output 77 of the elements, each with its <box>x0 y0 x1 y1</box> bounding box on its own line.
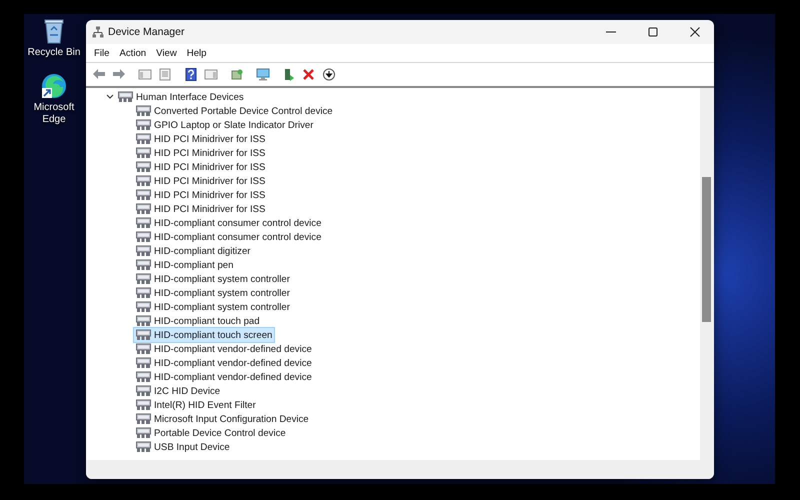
device-item[interactable]: HID PCI Minidriver for ISS <box>133 187 268 203</box>
browser-icon[interactable] <box>41 73 67 99</box>
console-tree-icon[interactable] <box>138 68 152 81</box>
device-icon <box>136 343 151 355</box>
category-item[interactable]: Human Interface Devices <box>118 91 244 103</box>
device-item[interactable]: Intel(R) HID Event Filter <box>133 397 259 413</box>
device-item[interactable]: Portable Device Control device <box>133 425 289 441</box>
device-item[interactable]: HID-compliant vendor-defined device <box>133 341 315 357</box>
network-tree-icon <box>92 26 104 38</box>
device-item[interactable]: HID PCI Minidriver for ISS <box>133 173 268 189</box>
delete-icon[interactable] <box>302 68 316 81</box>
scan-hardware-icon[interactable] <box>230 68 244 81</box>
device-item[interactable]: HID-compliant consumer control device <box>133 229 324 245</box>
device-icon <box>136 287 151 299</box>
device-icon <box>136 119 151 131</box>
device-item[interactable]: Converted Portable Device Control device <box>133 103 336 119</box>
recycle-bin-icon[interactable] <box>43 18 65 44</box>
device-icon <box>136 259 151 271</box>
device-item[interactable]: HID-compliant pen <box>133 257 236 273</box>
device-icon <box>118 91 133 103</box>
device-item[interactable]: HID-compliant touch pad <box>133 313 263 329</box>
device-item[interactable]: HID-compliant vendor-defined device <box>133 355 315 371</box>
menu-item[interactable]: View <box>151 48 182 58</box>
device-icon <box>136 329 151 341</box>
back-arrow-icon[interactable] <box>92 68 106 81</box>
device-item[interactable]: GPIO Laptop or Slate Indicator Driver <box>133 117 316 133</box>
desktop-icon-label[interactable]: Microsoft Edge <box>34 102 74 126</box>
device-item[interactable]: USB Input Device <box>133 439 233 455</box>
device-item[interactable]: HID-compliant touch screen <box>133 327 276 343</box>
device-item[interactable]: HID-compliant system controller <box>133 299 293 315</box>
device-icon <box>136 371 151 383</box>
desktop-icon-label[interactable]: Recycle Bin <box>28 47 80 59</box>
device-item[interactable]: HID PCI Minidriver for ISS <box>133 201 268 217</box>
device-icon <box>136 105 151 117</box>
device-icon <box>136 189 151 201</box>
device-icon <box>136 245 151 257</box>
device-icon <box>136 133 151 145</box>
device-icon <box>136 427 151 439</box>
menu-item[interactable]: Help <box>182 48 212 58</box>
device-icon <box>136 231 151 243</box>
help-icon[interactable] <box>184 68 198 81</box>
device-icon <box>136 441 151 453</box>
device-icon <box>136 217 151 229</box>
device-item[interactable]: HID-compliant system controller <box>133 285 293 301</box>
device-item[interactable]: I2C HID Device <box>133 383 224 399</box>
device-icon <box>136 273 151 285</box>
device-item[interactable]: Microsoft Input Configuration Device <box>133 411 312 427</box>
monitor-icon[interactable] <box>256 68 270 81</box>
device-icon <box>136 315 151 327</box>
device-icon <box>136 147 151 159</box>
device-item[interactable]: HID-compliant digitizer <box>133 243 254 259</box>
maximize-icon <box>648 27 658 37</box>
menu-item[interactable]: Action <box>114 48 152 58</box>
device-icon <box>136 399 151 411</box>
device-icon <box>136 385 151 397</box>
device-item[interactable]: HID PCI Minidriver for ISS <box>133 145 268 161</box>
device-item[interactable]: HID PCI Minidriver for ISS <box>133 131 268 147</box>
download-circle-icon[interactable] <box>322 68 336 81</box>
device-item[interactable]: HID-compliant system controller <box>133 271 293 287</box>
device-icon <box>136 161 151 173</box>
update-driver-icon[interactable] <box>282 68 296 81</box>
device-icon <box>136 301 151 313</box>
properties-icon[interactable] <box>158 68 172 81</box>
device-item[interactable]: HID-compliant vendor-defined device <box>133 369 315 385</box>
device-item[interactable]: HID PCI Minidriver for ISS <box>133 159 268 175</box>
action-pane-icon[interactable] <box>204 68 218 81</box>
device-icon <box>136 175 151 187</box>
window-title: Device Manager <box>108 26 186 38</box>
device-item[interactable]: HID-compliant consumer control device <box>133 215 324 231</box>
device-icon <box>136 203 151 215</box>
close-icon <box>690 27 700 37</box>
forward-arrow-icon[interactable] <box>112 68 126 81</box>
device-icon <box>136 413 151 425</box>
scrollbar-thumb[interactable] <box>702 177 711 322</box>
menu-item[interactable]: File <box>89 48 114 58</box>
device-icon <box>136 357 151 369</box>
chevron-down-icon[interactable] <box>106 94 114 100</box>
